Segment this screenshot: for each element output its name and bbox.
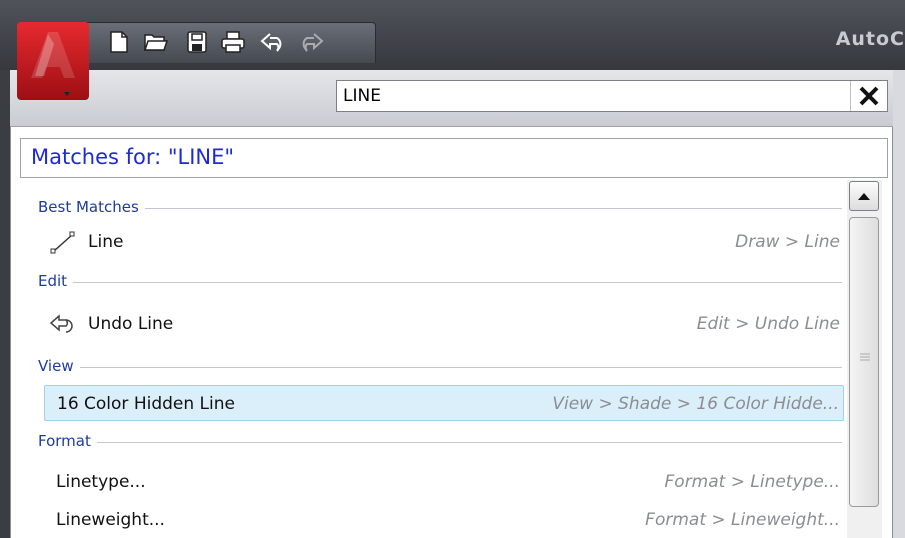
result-label: Undo Line xyxy=(88,314,174,334)
line-icon xyxy=(50,231,75,254)
result-path: Format > Lineweight... xyxy=(645,510,840,530)
close-icon xyxy=(859,86,879,106)
save-icon[interactable] xyxy=(183,27,211,57)
results-header-text: Matches for: "LINE" xyxy=(31,145,235,169)
result-label: Lineweight... xyxy=(56,510,165,530)
scrollbar-thumb[interactable] xyxy=(849,217,879,507)
scroll-up-button[interactable] xyxy=(849,181,879,211)
result-item-undo-line[interactable]: Undo Line Edit > Undo Line xyxy=(44,306,844,342)
quick-access-toolbar xyxy=(84,22,376,63)
result-path: Edit > Undo Line xyxy=(696,314,840,334)
result-item-linetype[interactable]: Linetype... Format > Linetype... xyxy=(44,464,844,500)
open-icon[interactable] xyxy=(142,27,170,57)
redo-icon[interactable] xyxy=(297,27,325,57)
result-item-16-color-hidden-line[interactable]: 16 Color Hidden Line View > Shade > 16 C… xyxy=(44,385,844,421)
search-input[interactable] xyxy=(343,84,833,108)
application-menu-button[interactable] xyxy=(15,20,91,102)
grip-icon xyxy=(860,353,870,361)
chevron-up-icon xyxy=(858,193,870,200)
clear-search-button[interactable] xyxy=(850,81,887,111)
result-label: 16 Color Hidden Line xyxy=(57,394,235,414)
group-best-matches: Best Matches xyxy=(38,198,842,218)
group-format: Format xyxy=(38,432,842,452)
result-item-lineweight[interactable]: Lineweight... Format > Lineweight... xyxy=(44,502,844,538)
print-icon[interactable] xyxy=(219,27,247,57)
group-view: View xyxy=(38,357,842,377)
result-path: View > Shade > 16 Color Hidde... xyxy=(552,394,839,414)
results-header: Matches for: "LINE" xyxy=(20,138,888,178)
search-box xyxy=(336,80,888,112)
undo-icon[interactable] xyxy=(259,27,287,57)
app-title: AutoC xyxy=(835,28,905,50)
result-path: Format > Linetype... xyxy=(664,472,840,492)
result-label: Line xyxy=(88,232,124,252)
group-edit: Edit xyxy=(38,272,842,292)
result-path: Draw > Line xyxy=(735,232,840,252)
background-app-edge xyxy=(893,70,905,538)
result-label: Linetype... xyxy=(56,472,146,492)
new-icon[interactable] xyxy=(105,27,133,57)
result-item-line[interactable]: Line Draw > Line xyxy=(44,224,844,260)
undo-icon xyxy=(49,314,73,333)
